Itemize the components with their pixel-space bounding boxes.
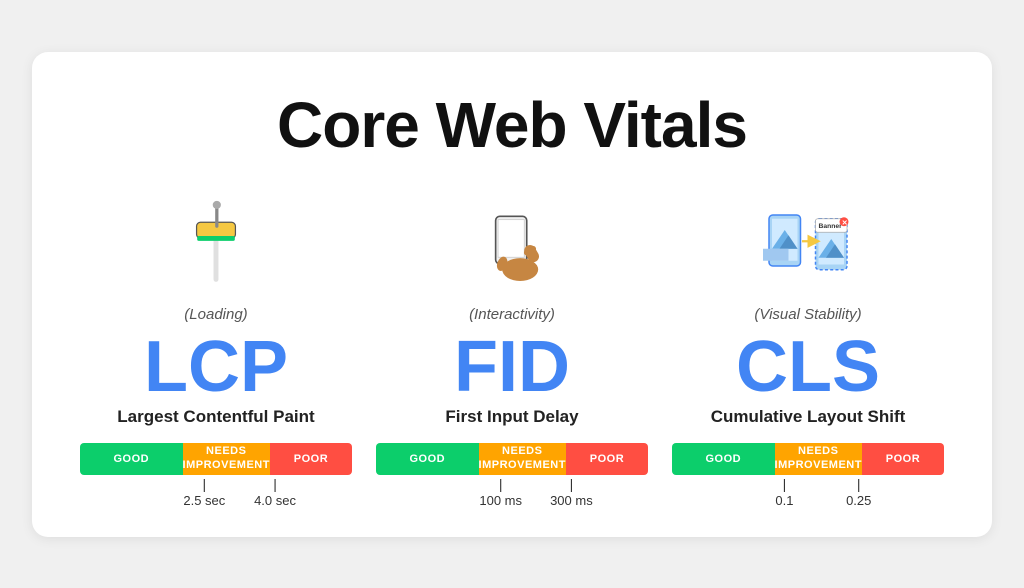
metrics-row: (Loading) LCP Largest Contentful Paint G…	[80, 190, 944, 497]
metric-fid: (Interactivity) FID First Input Delay GO…	[376, 190, 648, 497]
fid-bar-container: GOOD NEEDSIMPROVEMENT POOR 100 ms 300 ms	[376, 443, 648, 497]
cls-abbr: CLS	[736, 331, 880, 403]
cls-name: Cumulative Layout Shift	[711, 407, 906, 427]
cls-tick1-label: 0.1	[775, 493, 793, 508]
lcp-name: Largest Contentful Paint	[117, 407, 314, 427]
fid-icon-area	[467, 190, 557, 300]
cls-tick2: 0.25	[846, 477, 871, 508]
cls-category: (Visual Stability)	[754, 306, 861, 323]
cls-tick1: 0.1	[775, 477, 793, 508]
metric-lcp: (Loading) LCP Largest Contentful Paint G…	[80, 190, 352, 497]
svg-text:Banner: Banner	[819, 222, 843, 229]
fid-icon	[467, 200, 557, 290]
lcp-abbr: LCP	[144, 331, 288, 403]
cls-bar-good: GOOD	[672, 443, 775, 475]
core-web-vitals-card: Core Web Vitals	[32, 52, 992, 537]
lcp-bar: GOOD NEEDSIMPROVEMENT POOR	[80, 443, 352, 475]
fid-bar-good: GOOD	[376, 443, 479, 475]
lcp-category: (Loading)	[184, 306, 247, 323]
lcp-tick1-label: 2.5 sec	[183, 493, 225, 508]
svg-text:✕: ✕	[842, 219, 848, 226]
fid-tick1: 100 ms	[479, 477, 522, 508]
fid-category: (Interactivity)	[469, 306, 555, 323]
fid-tick1-label: 100 ms	[479, 493, 522, 508]
lcp-tick1: 2.5 sec	[183, 477, 225, 508]
fid-tick2-label: 300 ms	[550, 493, 593, 508]
lcp-icon-area	[171, 190, 261, 300]
cls-icon-area: Banner ✕	[763, 190, 853, 300]
fid-bar: GOOD NEEDSIMPROVEMENT POOR	[376, 443, 648, 475]
page-title: Core Web Vitals	[80, 88, 944, 162]
lcp-tick2: 4.0 sec	[254, 477, 296, 508]
cls-bar-needs: NEEDSIMPROVEMENT	[775, 443, 862, 475]
cls-icon: Banner ✕	[763, 200, 853, 290]
cls-bar-poor: POOR	[862, 443, 944, 475]
fid-tick-area: 100 ms 300 ms	[376, 477, 648, 497]
lcp-bar-container: GOOD NEEDSIMPROVEMENT POOR 2.5 sec 4.0 s…	[80, 443, 352, 497]
fid-name: First Input Delay	[445, 407, 578, 427]
cls-tick2-label: 0.25	[846, 493, 871, 508]
metric-cls: Banner ✕ (Visual Stability) CLS Cumulati…	[672, 190, 944, 497]
lcp-bar-needs: NEEDSIMPROVEMENT	[183, 443, 270, 475]
fid-abbr: FID	[454, 331, 570, 403]
lcp-tick2-label: 4.0 sec	[254, 493, 296, 508]
lcp-icon	[171, 200, 261, 290]
fid-bar-needs: NEEDSIMPROVEMENT	[479, 443, 566, 475]
cls-bar-container: GOOD NEEDSIMPROVEMENT POOR 0.1 0.25	[672, 443, 944, 497]
lcp-bar-poor: POOR	[270, 443, 352, 475]
fid-tick2: 300 ms	[550, 477, 593, 508]
cls-bar: GOOD NEEDSIMPROVEMENT POOR	[672, 443, 944, 475]
cls-tick-area: 0.1 0.25	[672, 477, 944, 497]
lcp-bar-good: GOOD	[80, 443, 183, 475]
fid-bar-poor: POOR	[566, 443, 648, 475]
lcp-tick-area: 2.5 sec 4.0 sec	[80, 477, 352, 497]
